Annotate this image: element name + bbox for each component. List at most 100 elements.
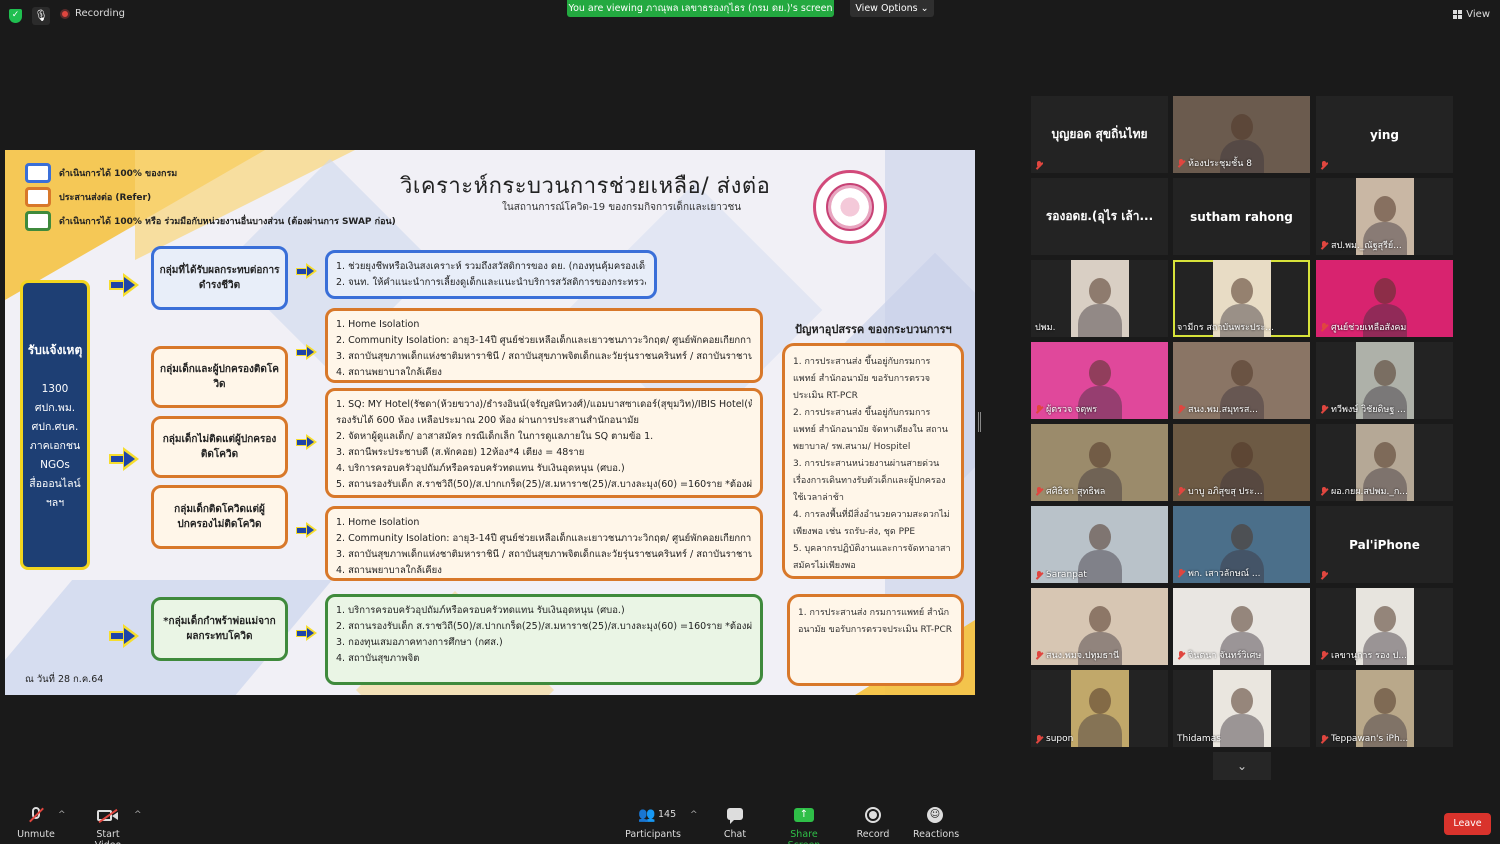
participant-tile[interactable]: สป.พม._ณัฐสุรีย์...	[1316, 178, 1453, 255]
participant-name: บุญยอด สุขถิ่นไทย	[1051, 127, 1148, 141]
legend-swatch	[25, 211, 51, 231]
muted-mic-icon	[1035, 161, 1043, 170]
security-shield-icon[interactable]: ✓	[9, 9, 22, 23]
more-participants-chevron-down-icon[interactable]: ⌄	[1213, 752, 1271, 780]
participant-tile[interactable]: พก. เสาวลักษณ์ ...	[1173, 506, 1310, 583]
channel-item: ภาคเอกชน	[29, 440, 81, 452]
participant-tile[interactable]: รองอดย.(อุไร เล้า...	[1031, 178, 1168, 255]
participant-video	[1070, 670, 1129, 747]
action-item: 3. สถาบันสุขภาพเด็กแห่งชาติมหาราชินี / ส…	[336, 549, 752, 560]
person-silhouette	[1373, 606, 1396, 632]
split-resize-handle[interactable]	[978, 412, 981, 432]
leave-button[interactable]: Leave	[1444, 813, 1491, 835]
participant-label: พก. เสาวลักษณ์ ...	[1177, 566, 1260, 580]
group-label: กลุ่มเด็กไม่ติดแต่ผู้ปกครองติดโควิด	[162, 434, 277, 460]
zoom-window: ✓ 🎙 Recording You are viewing ภาณุพล เลข…	[0, 0, 1500, 844]
view-layout-button[interactable]: View	[1453, 9, 1490, 20]
participant-tile[interactable]: sutham rahong	[1173, 178, 1310, 255]
action-item: 4. สถานพยาบาลใกล้เคียง	[336, 565, 442, 576]
participant-tile[interactable]: ห้องประชุมชั้น 8	[1173, 96, 1310, 173]
problems-title: ปัญหาอุปสรรค ของกระบวนการฯ	[795, 323, 952, 336]
participant-count: 145	[658, 809, 677, 820]
participant-name: ying	[1369, 127, 1400, 142]
participant-tile[interactable]: จินตนา จันทร์วิเศษ	[1173, 588, 1310, 665]
start-video-button[interactable]: Start Video	[83, 806, 133, 844]
participant-tile[interactable]: สนง.พม.สมุทรส...	[1173, 342, 1310, 419]
person-silhouette	[1088, 278, 1111, 304]
reactions-button[interactable]: ☺ Reactions	[913, 806, 959, 840]
channel-item: NGOs	[40, 459, 70, 471]
participant-tile[interactable]: บาบู อภิสุขสุ ประ...	[1173, 424, 1310, 501]
record-button[interactable]: Record	[855, 806, 891, 840]
problem-item: 4. การลงพื้นที่มีสิ่งอำนวยความสะดวกไม่เพ…	[793, 510, 950, 537]
participant-label: เลขานุการ รอง ป...	[1320, 648, 1407, 662]
participant-tile[interactable]: Pal'iPhone	[1316, 506, 1453, 583]
audio-options-caret-icon[interactable]: ^	[58, 810, 66, 820]
participant-label: สนง.พมจ.ปทุมธานี	[1035, 648, 1119, 662]
participant-tile[interactable]: Saranpat	[1031, 506, 1168, 583]
view-label: View	[1466, 9, 1490, 20]
recording-indicator[interactable]: Recording	[60, 8, 125, 19]
department-logo	[813, 170, 887, 244]
arrow-right-icon	[296, 344, 318, 360]
group-box-both-infected: กลุ่มเด็กและผู้ปกครองติดโควิด	[151, 346, 288, 408]
participants-group: 👥 145	[628, 806, 678, 826]
view-options-button[interactable]: View Options ⌄	[850, 0, 934, 17]
muted-mic-icon	[1320, 404, 1328, 414]
arrow-right-icon	[109, 624, 139, 648]
participant-label: บาบู อภิสุขสุ ประ...	[1177, 484, 1263, 498]
person-silhouette	[1088, 524, 1111, 550]
participant-name: ห้องประชุมชั้น 8	[1188, 159, 1253, 169]
chat-button[interactable]: Chat	[718, 806, 752, 840]
participant-tile[interactable]: Thidamas	[1173, 670, 1310, 747]
participant-tile[interactable]: ผู้ตรวจ จตุพร	[1031, 342, 1168, 419]
participant-label: ทวีพงษ์ วิชัยดิษฐ ...	[1320, 402, 1406, 416]
muted-mic-icon	[1320, 322, 1328, 332]
muted-mic-icon	[1035, 734, 1043, 744]
problem-item: 5. บุคลากรปฏิบัติงานและการจัดหาอาสาสมัคร…	[793, 544, 951, 571]
start-video-label: Start Video	[95, 829, 122, 844]
video-options-caret-icon[interactable]: ^	[134, 810, 142, 820]
participant-tile[interactable]: บุญยอด สุขถิ่นไทย	[1031, 96, 1168, 173]
participant-tile[interactable]: ปพม.	[1031, 260, 1168, 337]
participant-tile[interactable]: ผอ.กยผ.สปพม._ก...	[1316, 424, 1453, 501]
action-item: 2. Community Isolation: อายุ3-14ปี ศูนย์…	[336, 533, 752, 544]
unmute-button[interactable]: Unmute	[14, 806, 58, 840]
action-list: 1. บริการครอบครัวอุปถัมภ์หรือครอบครัวทดแ…	[328, 597, 760, 671]
participants-label: Participants	[625, 829, 681, 840]
participants-caret-icon[interactable]: ^	[690, 810, 698, 820]
participant-tile[interactable]: ying	[1316, 96, 1453, 173]
participant-tile[interactable]: จามีกร สถาบันพระประ...	[1173, 260, 1310, 337]
participant-tile[interactable]: ศูนย์ช่วยเหลือสังคม	[1316, 260, 1453, 337]
participant-tile[interactable]: สนง.พมจ.ปทุมธานี	[1031, 588, 1168, 665]
muted-mic-icon	[1320, 240, 1328, 250]
participant-tile[interactable]: เลขานุการ รอง ป...	[1316, 588, 1453, 665]
action-item: รองรับได้ 600 ห้อง เหลือประมาณ 200 ห้อง …	[336, 415, 639, 426]
participant-label: สนง.พม.สมุทรส...	[1177, 402, 1258, 416]
participant-status	[1320, 161, 1328, 170]
participant-tile[interactable]: Teppawan's iPh...	[1316, 670, 1453, 747]
person-silhouette	[1373, 688, 1396, 714]
person-silhouette	[1077, 304, 1122, 337]
participants-icon: 👥	[638, 807, 656, 823]
slide-title: วิเคราะห์กระบวนการช่วยเหลือ/ ส่งต่อ	[400, 174, 771, 199]
participant-tile[interactable]: supon	[1031, 670, 1168, 747]
person-silhouette	[1088, 442, 1111, 468]
action-box-1: 1. ช่วยยุงชีพหรือเงินสงเคราะห์ รวมถึงสวั…	[325, 250, 657, 299]
action-item: 1. บริการครอบครัวอุปถัมภ์หรือครอบครัวทดแ…	[336, 605, 625, 616]
participant-label: supon	[1035, 734, 1073, 744]
audio-status-icon[interactable]: 🎙	[32, 7, 50, 25]
person-silhouette	[1373, 442, 1396, 468]
participant-name: sutham rahong	[1190, 209, 1293, 224]
participant-tile[interactable]: ศศิธิชา สุทธิพล	[1031, 424, 1168, 501]
muted-mic-icon	[1177, 404, 1185, 414]
action-box-5: 1. บริการครอบครัวอุปถัมภ์หรือครอบครัวทดแ…	[325, 594, 763, 685]
participant-name: พก. เสาวลักษณ์ ...	[1188, 569, 1261, 579]
participants-button[interactable]: 👥 145 Participants	[624, 806, 682, 840]
arrow-right-icon	[296, 263, 318, 279]
participant-tile[interactable]: ทวีพงษ์ วิชัยดิษฐ ...	[1316, 342, 1453, 419]
participant-label: ปพม.	[1035, 320, 1055, 334]
person-silhouette	[1088, 360, 1111, 386]
action-item: 5. สถานรองรับเด็ก ส.ราชวิถี(50)/ส.ปากเกร…	[336, 479, 752, 490]
share-screen-button[interactable]: ↑ Share Screen	[774, 806, 834, 844]
